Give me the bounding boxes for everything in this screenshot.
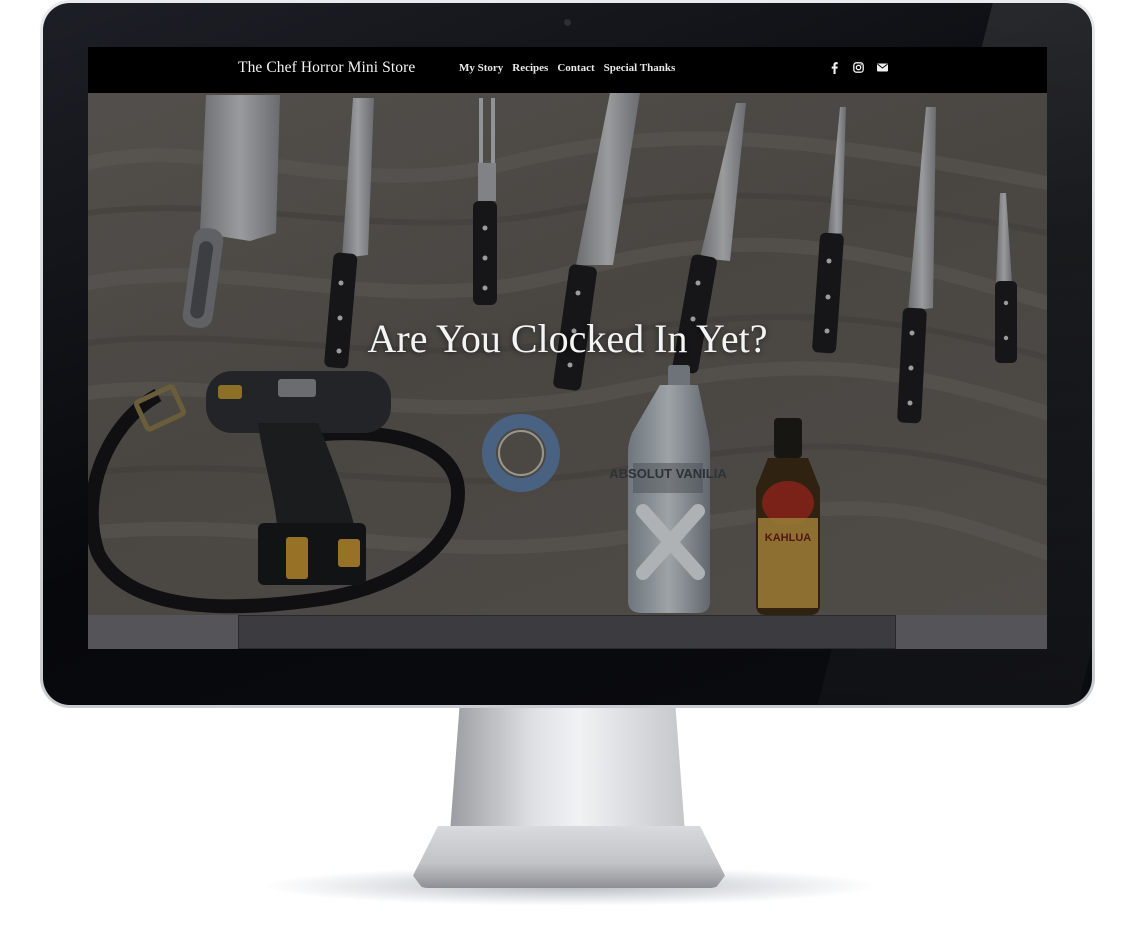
instagram-icon[interactable] bbox=[852, 61, 865, 74]
hero-banner: ABSOLUT VANILIA KAHLUA Are You Clocked I… bbox=[88, 93, 1047, 615]
webcam-dot bbox=[564, 19, 571, 26]
monitor-stand-base bbox=[413, 826, 725, 888]
facebook-icon[interactable] bbox=[828, 61, 841, 74]
nav-link-recipes[interactable]: Recipes bbox=[512, 62, 548, 74]
mail-icon[interactable] bbox=[876, 61, 889, 74]
site-header: The Chef Horror Mini Store My Story Reci… bbox=[88, 47, 1047, 93]
hero-heading: Are You Clocked In Yet? bbox=[367, 316, 768, 361]
nav-link-special-thanks[interactable]: Special Thanks bbox=[604, 62, 676, 74]
content-strip bbox=[88, 615, 1047, 649]
nav-link-my-story[interactable]: My Story bbox=[459, 62, 503, 74]
website-screen: The Chef Horror Mini Store My Story Reci… bbox=[88, 47, 1047, 649]
site-title[interactable]: The Chef Horror Mini Store bbox=[238, 59, 415, 77]
nav-link-contact[interactable]: Contact bbox=[557, 62, 594, 74]
content-panel bbox=[238, 615, 896, 649]
main-nav: My Story Recipes Contact Special Thanks bbox=[459, 62, 675, 74]
social-links bbox=[828, 61, 889, 74]
